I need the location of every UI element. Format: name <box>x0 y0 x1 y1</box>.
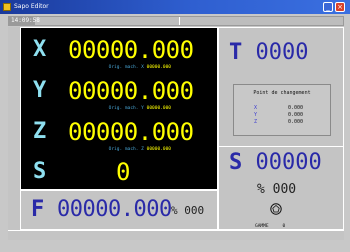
app-window: Sapo Editor _ × 14:09:58 X 00000.000 Ori… <box>0 0 350 252</box>
tool-value: 0000 <box>255 40 309 65</box>
close-button[interactable]: × <box>335 2 345 12</box>
feed-value: 00000.000 <box>57 197 172 222</box>
change-point-value: 0.000 <box>288 119 304 125</box>
gamme-indicator: GAMME 0 <box>255 224 285 229</box>
spindle-percent-symbol: % <box>257 182 265 197</box>
gamme-label: GAMME <box>255 224 269 229</box>
bottom-status-bar <box>8 230 344 240</box>
spindle-override: % 000 <box>257 183 296 197</box>
axis-y-origin-label: Orig. mach. Y <box>108 106 144 111</box>
app-icon <box>3 3 11 11</box>
feed-percent-symbol: % <box>171 204 178 217</box>
change-point-box: Point de changement X 0.000 Y 0.000 Z 0.… <box>233 84 331 136</box>
axis-z-value: 00000.000 <box>68 118 194 146</box>
axis-position-panel: X 00000.000 Orig. mach. X 00000.000 Y 00… <box>20 27 218 190</box>
axis-y-origin: Orig. mach. Y 00000.000 <box>21 106 171 112</box>
spindle-stop-icon[interactable] <box>270 203 282 215</box>
feed-percent-value: 000 <box>184 204 205 217</box>
spindle-speed-label: S <box>33 159 47 184</box>
change-point-title: Point de changement <box>253 90 311 96</box>
axis-z-origin-label: Orig. mach. Z <box>108 147 144 152</box>
spindle-percent-value: 000 <box>272 182 297 197</box>
change-point-axis: Y <box>254 112 258 118</box>
change-point-axis: X <box>254 105 258 111</box>
axis-x-origin-label: Orig. mach. X <box>108 65 144 70</box>
axis-z-label: Z <box>33 119 47 144</box>
feed-rate-panel: F 00000.000 % 000 <box>20 190 218 230</box>
axis-y-value: 00000.000 <box>68 77 194 105</box>
left-margin <box>8 27 20 230</box>
tool-label: T <box>229 40 243 65</box>
axis-z-origin: Orig. mach. Z 00000.000 <box>21 147 171 153</box>
spindle-speed: S 00000 <box>229 151 322 175</box>
change-point-value: 0.000 <box>288 112 304 118</box>
window-title: Sapo Editor <box>14 3 49 10</box>
spindle-speed-value: 0 <box>116 158 130 186</box>
minimize-button[interactable]: _ <box>323 2 333 12</box>
feed-label: F <box>31 197 45 222</box>
change-point-value: 0.000 <box>288 105 304 111</box>
axis-z-origin-value: 00000.000 <box>146 147 171 152</box>
axis-x-value: 00000.000 <box>68 36 194 64</box>
gamme-value: 0 <box>282 224 286 229</box>
tool-number: T 0000 <box>229 41 308 65</box>
feed-override: % 000 <box>171 204 204 218</box>
spindle-panel: S 00000 % 000 GAMME 0 <box>218 146 344 230</box>
axis-x-label: X <box>33 37 47 62</box>
status-divider <box>179 17 180 25</box>
clock: 14:09:58 <box>9 17 40 25</box>
axis-x-origin: Orig. mach. X 00000.000 <box>21 65 171 71</box>
spindle-value: 00000 <box>255 150 322 175</box>
axis-y-label: Y <box>33 78 47 103</box>
change-point-axis: Z <box>254 119 258 125</box>
axis-y-origin-value: 00000.000 <box>146 106 171 111</box>
axis-x-origin-value: 00000.000 <box>146 65 171 70</box>
top-status-bar: 14:09:58 <box>8 16 344 26</box>
title-bar: Sapo Editor _ × <box>0 0 350 14</box>
spindle-label: S <box>229 150 243 175</box>
